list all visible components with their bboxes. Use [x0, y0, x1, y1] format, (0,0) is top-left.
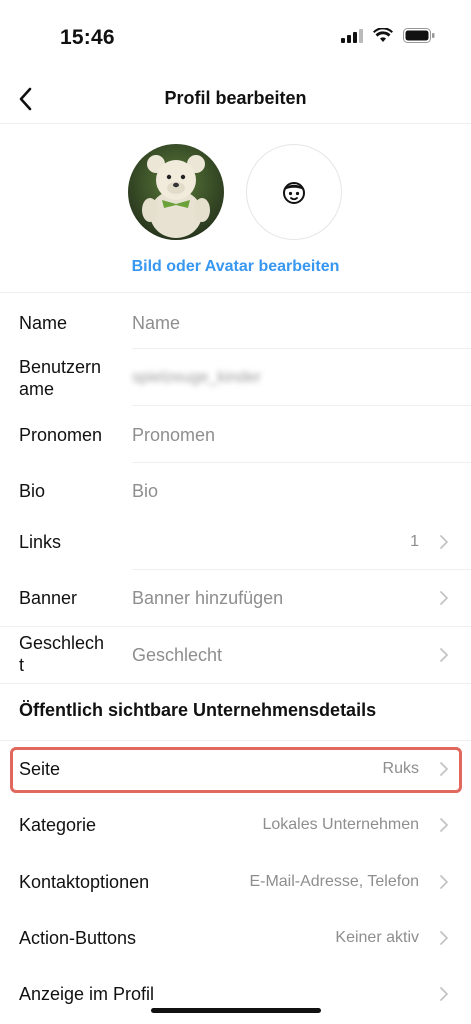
chevron-right-icon [440, 875, 448, 889]
business-value-action-buttons: Keiner aktiv [335, 929, 419, 946]
business-row-contact[interactable]: Kontaktoptionen E-Mail-Adresse, Telefon [0, 853, 471, 909]
chevron-right-icon [440, 535, 448, 549]
chevron-right-icon [440, 648, 448, 662]
avatar-area [0, 144, 471, 244]
field-name[interactable]: Name Name [0, 292, 471, 349]
section-title-business: Öffentlich sichtbare Unternehmensdetails [19, 700, 377, 720]
field-bio[interactable]: Bio Bio [0, 463, 471, 513]
field-banner[interactable]: Banner Banner hinzufügen [0, 570, 471, 626]
field-value-pronouns[interactable]: Pronomen [132, 424, 215, 446]
business-label-action-buttons: Action-Buttons [19, 928, 137, 948]
field-label-name: Name [19, 313, 68, 333]
field-value-bio[interactable]: Bio [132, 480, 158, 502]
nav-bar: Profil bearbeiten [0, 78, 471, 124]
field-value-username[interactable]: spielzeuge_kinder [132, 367, 261, 389]
status-bar: 15:46 [0, 0, 471, 78]
edit-picture-link[interactable]: Bild oder Avatar bearbeiten [0, 258, 471, 276]
field-value-name[interactable]: Name [132, 312, 180, 334]
field-links[interactable]: Links 1 [0, 513, 471, 570]
field-label-pronouns: Pronomen [19, 425, 103, 445]
business-value-contact: E-Mail-Adresse, Telefon [249, 873, 419, 890]
field-label-gender: Geschlech t [19, 633, 105, 675]
highlight-box [10, 747, 462, 793]
home-indicator [151, 1008, 321, 1013]
business-row-category[interactable]: Kategorie Lokales Unternehmen [0, 797, 471, 853]
page-title: Profil bearbeiten [164, 88, 307, 108]
field-label-bio: Bio [19, 481, 46, 501]
field-pronouns[interactable]: Pronomen Pronomen [0, 406, 471, 463]
profile-picture[interactable] [128, 144, 224, 240]
status-icons [341, 28, 435, 43]
field-label-links: Links [19, 532, 62, 552]
teddy-bear-image [128, 144, 224, 240]
wifi-icon [373, 28, 393, 42]
status-time: 15:46 [60, 26, 115, 49]
business-label-contact: Kontaktoptionen [19, 872, 150, 892]
field-value-gender[interactable]: Geschlecht [132, 644, 222, 666]
business-label-category: Kategorie [19, 815, 97, 835]
avatar-face-icon [283, 182, 305, 204]
business-label-profile-display: Anzeige im Profil [19, 984, 155, 1004]
business-value-category: Lokales Unternehmen [262, 816, 419, 833]
field-label-username: Benutzern ame [19, 357, 102, 399]
avatar-option[interactable] [246, 144, 342, 240]
business-row-action-buttons[interactable]: Action-Buttons Keiner aktiv [0, 909, 471, 965]
links-count: 1 [410, 533, 419, 550]
field-label-banner: Banner [19, 588, 78, 608]
field-username[interactable]: Benutzern ame spielzeuge_kinder [0, 349, 471, 406]
signal-icon [341, 28, 363, 43]
field-value-banner[interactable]: Banner hinzufügen [132, 587, 283, 609]
battery-icon [403, 28, 435, 43]
divider [0, 683, 471, 684]
chevron-right-icon [440, 818, 448, 832]
field-gender[interactable]: Geschlech t Geschlecht [0, 626, 471, 682]
chevron-right-icon [440, 931, 448, 945]
chevron-right-icon [440, 987, 448, 1001]
chevron-right-icon [440, 591, 448, 605]
